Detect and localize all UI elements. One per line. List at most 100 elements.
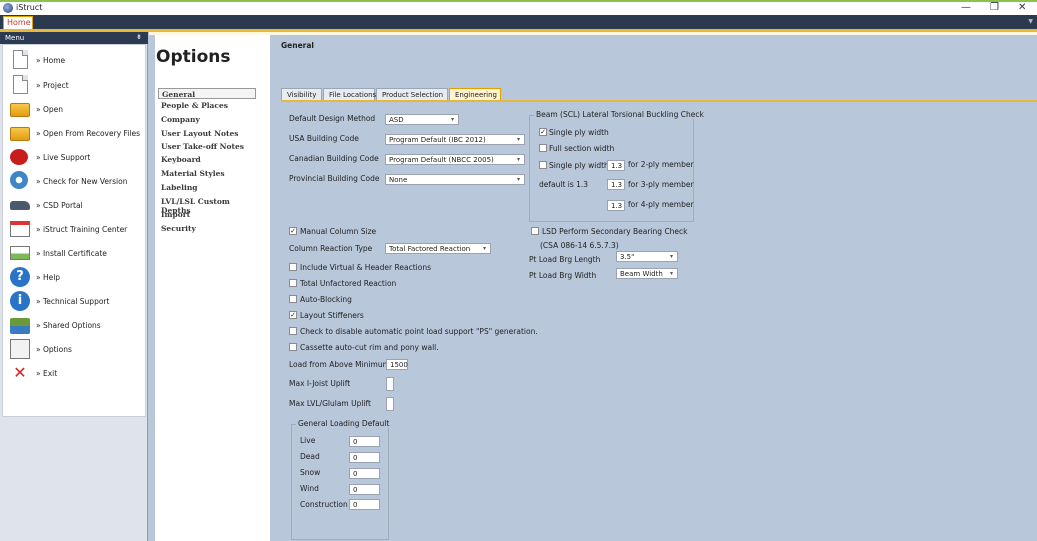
ply4-factor-input[interactable]: 1.3 bbox=[607, 200, 625, 211]
usa-code-dropdown[interactable]: Program Default (IBC 2012) bbox=[385, 134, 525, 145]
sidebar-item-open-recovery[interactable]: » Open From Recovery Files bbox=[6, 123, 142, 145]
close-button[interactable]: ✕ bbox=[1018, 2, 1026, 13]
layout-stiffeners-checkbox[interactable]: ✓ bbox=[289, 311, 297, 319]
phone-icon bbox=[10, 149, 28, 165]
ply2-factor-input[interactable]: 1.3 bbox=[607, 160, 625, 171]
sidebar-item-label: » iStruct Training Center bbox=[36, 225, 128, 234]
sidebar-item-label: » CSD Portal bbox=[36, 201, 83, 210]
sidebar-item-home[interactable]: » Home bbox=[6, 50, 142, 72]
disable-ps-checkbox[interactable] bbox=[289, 327, 297, 335]
category-company[interactable]: Company bbox=[158, 114, 256, 125]
column-reaction-dropdown[interactable]: Total Factored Reaction bbox=[385, 243, 491, 254]
sidebar-item-options[interactable]: » Options bbox=[6, 339, 142, 361]
provincial-code-dropdown[interactable]: None bbox=[385, 174, 525, 185]
general-loading-title: General Loading Default bbox=[296, 419, 392, 428]
design-method-label: Default Design Method bbox=[289, 114, 376, 123]
single-ply-label: Single ply width bbox=[549, 128, 609, 137]
sidebar-item-label: » Open bbox=[36, 105, 64, 114]
manual-column-size-checkbox[interactable]: ✓ bbox=[289, 227, 297, 235]
ply3-factor-input[interactable]: 1.3 bbox=[607, 179, 625, 190]
canadian-code-dropdown[interactable]: Program Default (NBCC 2005) bbox=[385, 154, 525, 165]
tab-visibility[interactable]: Visibility bbox=[281, 88, 322, 100]
cassette-label: Cassette auto-cut rim and pony wall. bbox=[300, 343, 439, 352]
sidebar-item-csd-portal[interactable]: » CSD Portal bbox=[6, 195, 142, 217]
help-icon: ? bbox=[10, 267, 30, 287]
sidebar-item-help[interactable]: ? » Help bbox=[6, 267, 142, 289]
include-virtual-label: Include Virtual & Header Reactions bbox=[300, 263, 431, 272]
pt-length-dropdown[interactable]: 3.5" bbox=[616, 251, 678, 262]
single-ply-checkbox[interactable]: ✓ bbox=[539, 128, 547, 136]
sidebar-item-live-support[interactable]: » Live Support bbox=[6, 147, 142, 169]
page-title: Options bbox=[156, 47, 231, 67]
category-import[interactable]: Import bbox=[158, 209, 256, 220]
sidebar-item-technical-support[interactable]: i » Technical Support bbox=[6, 291, 142, 313]
certificate-icon bbox=[10, 246, 30, 260]
tab-engineering[interactable]: Engineering bbox=[449, 88, 501, 100]
sidebar-item-project[interactable]: » Project bbox=[6, 75, 142, 97]
max-lvl-uplift-input[interactable] bbox=[386, 397, 394, 411]
category-user-takeoff-notes[interactable]: User Take-off Notes bbox=[158, 141, 256, 152]
provincial-code-label: Provincial Building Code bbox=[289, 174, 380, 183]
category-lvl-lsl-custom-depths[interactable]: LVL/LSL Custom Depths bbox=[158, 196, 256, 215]
design-method-dropdown[interactable]: ASD bbox=[385, 114, 459, 125]
category-labeling[interactable]: Labeling bbox=[158, 182, 256, 193]
sidebar-item-check-version[interactable]: » Check for New Version bbox=[6, 171, 142, 193]
include-virtual-checkbox[interactable] bbox=[289, 263, 297, 271]
lsd-reference: (CSA 086-14 6.5.7.3) bbox=[540, 241, 619, 250]
full-section-checkbox[interactable] bbox=[539, 144, 547, 152]
network-icon bbox=[10, 318, 30, 334]
pin-icon[interactable]: ⇟ bbox=[136, 33, 142, 41]
sidebar-item-shared-options[interactable]: » Shared Options bbox=[6, 315, 142, 337]
tab-home[interactable]: Home bbox=[3, 16, 33, 29]
construction-load-input[interactable]: 0 bbox=[349, 499, 380, 510]
sidebar-item-label: » Options bbox=[36, 345, 72, 354]
tab-product-selection[interactable]: Product Selection bbox=[376, 88, 448, 100]
single-ply-mult-label: Single ply width * bbox=[549, 161, 615, 170]
max-lvl-uplift-label: Max LVL/Glulam Uplift bbox=[289, 399, 371, 408]
live-load-input[interactable]: 0 bbox=[349, 436, 380, 447]
lsd-checkbox[interactable] bbox=[531, 227, 539, 235]
sidebar-item-training-center[interactable]: » iStruct Training Center bbox=[6, 219, 142, 241]
sidebar-item-open[interactable]: » Open bbox=[6, 99, 142, 121]
minimize-button[interactable]: — bbox=[961, 2, 971, 13]
category-people-places[interactable]: People & Places bbox=[158, 100, 256, 111]
main-top-border bbox=[149, 32, 1037, 35]
pt-width-dropdown[interactable]: Beam Width bbox=[616, 268, 678, 279]
snow-load-label: Snow bbox=[300, 468, 321, 477]
snow-load-input[interactable]: 0 bbox=[349, 468, 380, 479]
auto-blocking-checkbox[interactable] bbox=[289, 295, 297, 303]
lsd-label: LSD Perform Secondary Bearing Check bbox=[542, 227, 688, 236]
dead-load-input[interactable]: 0 bbox=[349, 452, 380, 463]
category-general[interactable]: General bbox=[158, 88, 256, 99]
disable-ps-label: Check to disable automatic point load su… bbox=[300, 327, 538, 336]
title-bar: iStruct — ❐ ✕ bbox=[0, 0, 1037, 15]
wind-load-label: Wind bbox=[300, 484, 319, 493]
app-logo-icon bbox=[3, 3, 13, 13]
full-section-label: Full section width bbox=[549, 144, 615, 153]
auto-blocking-label: Auto-Blocking bbox=[300, 295, 352, 304]
sidebar-menu: Menu ⇟ » Home » Project » Open » Open Fr… bbox=[0, 32, 148, 541]
category-user-layout-notes[interactable]: User Layout Notes bbox=[158, 128, 256, 139]
single-ply-mult-checkbox[interactable] bbox=[539, 161, 547, 169]
tab-file-locations[interactable]: File Locations bbox=[323, 88, 376, 100]
ply3-label: for 3-ply member bbox=[628, 180, 694, 189]
sidebar-item-install-certificate[interactable]: » Install Certificate bbox=[6, 243, 142, 265]
category-keyboard[interactable]: Keyboard bbox=[158, 154, 256, 165]
total-unfactored-checkbox[interactable] bbox=[289, 279, 297, 287]
max-ijoist-uplift-input[interactable] bbox=[386, 377, 394, 391]
ribbon-collapse-icon[interactable]: ▼ bbox=[1028, 18, 1033, 25]
category-material-styles[interactable]: Material Styles bbox=[158, 168, 256, 179]
cassette-checkbox[interactable] bbox=[289, 343, 297, 351]
load-above-min-input[interactable]: 1500 bbox=[386, 359, 408, 370]
section-title: General bbox=[281, 41, 314, 50]
beam-ltb-title: Beam (SCL) Lateral Torsional Buckling Ch… bbox=[534, 110, 706, 119]
wind-load-input[interactable]: 0 bbox=[349, 484, 380, 495]
canadian-code-label: Canadian Building Code bbox=[289, 154, 379, 163]
maximize-button[interactable]: ❐ bbox=[990, 2, 999, 13]
category-security[interactable]: Security bbox=[158, 223, 256, 234]
max-ijoist-uplift-label: Max I-Joist Uplift bbox=[289, 379, 351, 388]
ply4-label: for 4-ply member bbox=[628, 200, 694, 209]
layout-stiffeners-label: Layout Stiffeners bbox=[300, 311, 364, 320]
document-icon bbox=[13, 75, 28, 94]
sidebar-item-exit[interactable]: ✕ » Exit bbox=[6, 363, 142, 385]
